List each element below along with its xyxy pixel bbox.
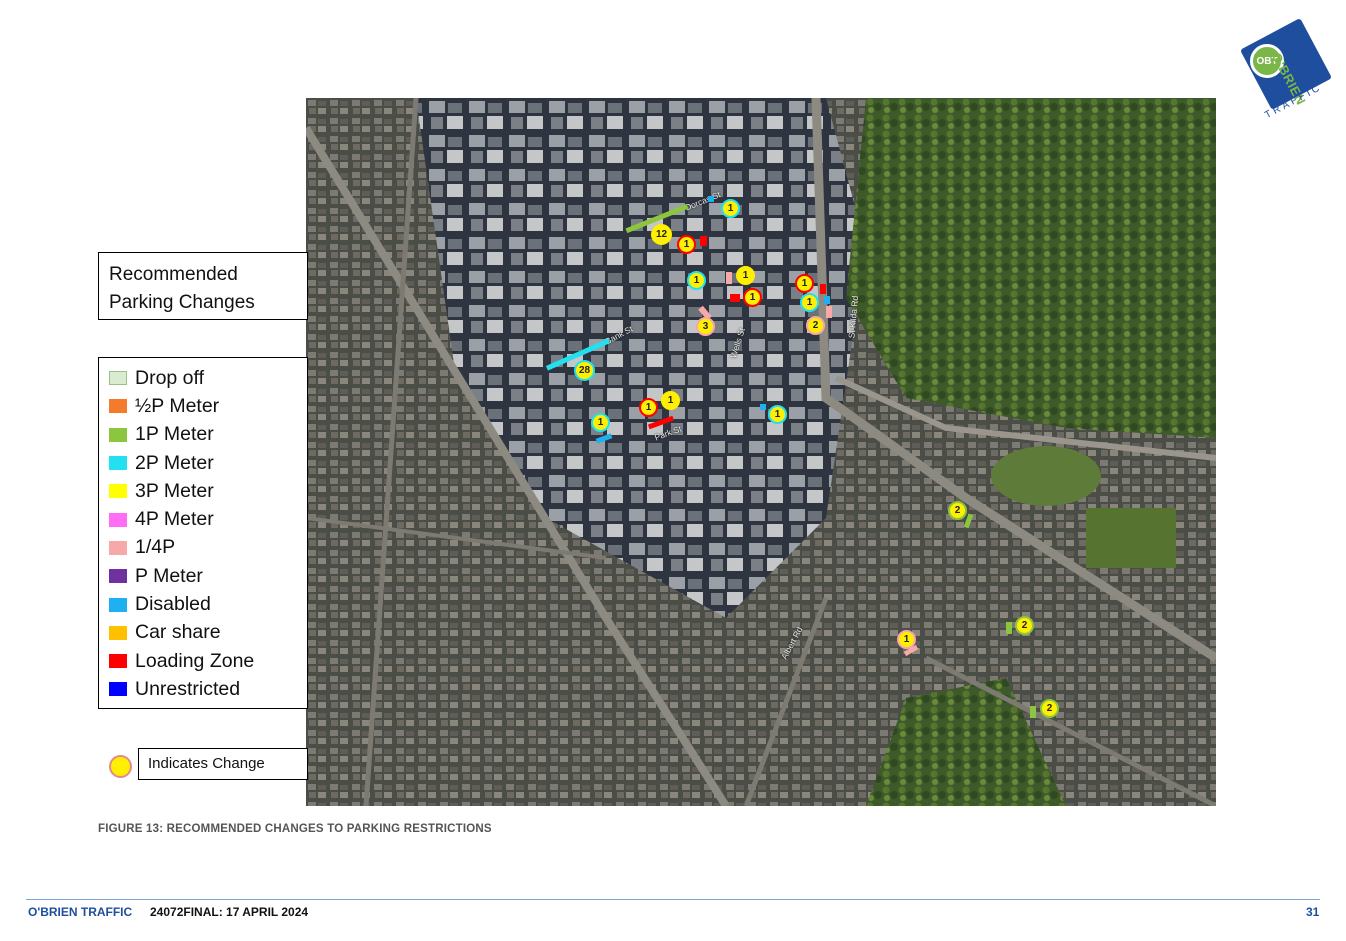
legend-swatch	[109, 484, 127, 499]
legend-item-car-share: Car share	[109, 619, 297, 647]
footer-brand: O'BRIEN TRAFFIC	[28, 905, 133, 919]
change-marker: 2	[1040, 699, 1059, 718]
legend-label: 1/4P	[135, 536, 176, 559]
parking-segment-1p	[1006, 622, 1012, 634]
change-marker: 1	[768, 405, 787, 424]
map-title-box: Recommended Parking Changes	[98, 252, 308, 320]
change-marker: 1	[591, 413, 610, 432]
change-marker: 1	[677, 235, 696, 254]
legend-item-1p-meter: 1P Meter	[109, 421, 297, 449]
change-marker: 12	[651, 224, 672, 245]
change-marker: 2	[1015, 616, 1034, 635]
legend-label: ½P Meter	[135, 394, 220, 417]
title-line-2: Parking Changes	[109, 292, 255, 313]
legend-swatch	[109, 569, 127, 584]
legend-swatch	[109, 654, 127, 669]
change-marker: 1	[743, 288, 762, 307]
change-marker: 2	[948, 501, 967, 520]
figure-caption: FIGURE 13: RECOMMENDED CHANGES TO PARKIN…	[98, 823, 492, 835]
legend-label: Car share	[135, 621, 221, 644]
legend-item-disabled: Disabled	[109, 590, 297, 618]
footer-divider	[26, 899, 1320, 900]
legend-swatch	[109, 512, 127, 527]
parking-segment-disabled	[708, 196, 714, 202]
change-marker: 1	[795, 274, 814, 293]
legend: Drop off ½P Meter 1P Meter 2P Meter 3P M…	[98, 357, 308, 709]
indicates-change-box: Indicates Change	[138, 748, 308, 780]
legend-label: Loading Zone	[135, 649, 255, 672]
parking-segment-loading	[700, 236, 707, 246]
legend-item-unrestricted: Unrestricted	[109, 675, 297, 703]
parking-segment-quarter	[726, 272, 732, 284]
legend-swatch	[109, 625, 127, 640]
legend-swatch	[109, 597, 127, 612]
indicates-change-label: Indicates Change	[148, 755, 265, 772]
legend-label: Unrestricted	[135, 677, 241, 700]
legend-item-4p-meter: 4P Meter	[109, 505, 297, 533]
legend-label: 4P Meter	[135, 508, 214, 531]
legend-swatch	[109, 456, 127, 471]
legend-item-p-meter: P Meter	[109, 562, 297, 590]
parking-segment-loading	[730, 294, 740, 302]
change-marker: 1	[800, 293, 819, 312]
parking-segment-quarter	[826, 306, 832, 318]
legend-swatch	[109, 682, 127, 697]
change-marker: 2	[806, 316, 825, 335]
change-marker: 1	[661, 391, 680, 410]
legend-swatch	[109, 399, 127, 414]
map-background	[306, 98, 1216, 806]
change-marker: 1	[736, 266, 755, 285]
legend-label: 3P Meter	[135, 479, 214, 502]
legend-item-quarter-p: 1/4P	[109, 534, 297, 562]
change-marker: 1	[639, 398, 658, 417]
yellow-circle-icon	[109, 755, 132, 778]
footer-page-number: 31	[1306, 905, 1320, 919]
parking-segment-loading	[820, 284, 826, 294]
legend-label: Drop off	[135, 366, 205, 389]
legend-label: 2P Meter	[135, 451, 214, 474]
legend-swatch	[109, 427, 127, 442]
footer-document-ref: 24072FINAL: 17 APRIL 2024	[150, 905, 309, 919]
change-marker: 1	[721, 199, 740, 218]
parking-segment-disabled	[824, 296, 830, 304]
legend-item-drop-off: Drop off	[109, 364, 297, 392]
legend-item-3p-meter: 3P Meter	[109, 477, 297, 505]
legend-item-half-p-meter: ½P Meter	[109, 392, 297, 420]
change-marker: 1	[687, 271, 706, 290]
legend-label: Disabled	[135, 593, 211, 616]
change-marker: 1	[897, 630, 916, 649]
parking-segment-disabled	[760, 404, 766, 410]
legend-item-loading-zone: Loading Zone	[109, 647, 297, 675]
legend-label: 1P Meter	[135, 423, 214, 446]
change-marker: 28	[574, 360, 595, 381]
obrien-traffic-logo: OBT O'BRIEN TRAFFIC	[1240, 18, 1340, 121]
parking-segment-1p	[1030, 706, 1036, 718]
change-marker: 3	[696, 317, 715, 336]
legend-swatch	[109, 371, 127, 386]
aerial-map: Dorcas St Bank St Wells St St Kilda Rd P…	[306, 98, 1216, 806]
legend-swatch	[109, 540, 127, 555]
legend-label: P Meter	[135, 564, 203, 587]
title-line-1: Recommended	[109, 264, 238, 285]
legend-item-2p-meter: 2P Meter	[109, 449, 297, 477]
